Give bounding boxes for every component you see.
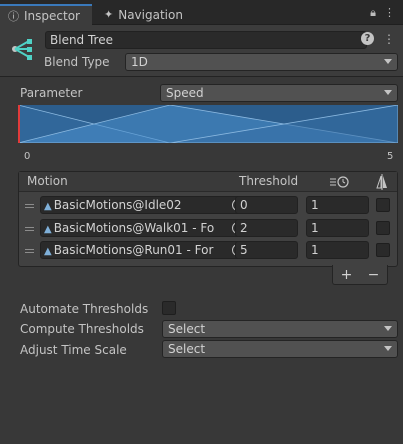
tab-bar: ⓘ Inspector ✦ Navigation 🔒︎ ⋮ [0, 0, 403, 25]
blend-tree-header: Blend Tree ? ⋮ Blend Type 1D [0, 25, 403, 77]
table-row: ▲ BasicMotions@Walk01 - Fo 2 1 [19, 219, 397, 239]
navigation-icon: ✦ [104, 8, 114, 21]
animation-clip-icon: ▲ [44, 246, 52, 257]
graph-max-label: 5 [387, 151, 394, 162]
automate-thresholds-checkbox[interactable] [162, 301, 176, 315]
time-scale-input[interactable]: 1 [306, 196, 369, 214]
help-icon[interactable]: ? [361, 32, 374, 45]
adjust-time-scale-dropdown[interactable]: Select [162, 340, 398, 358]
chevron-down-icon [384, 346, 392, 351]
mirror-checkbox[interactable] [376, 221, 390, 235]
blend-type-label: Blend Type [44, 55, 110, 69]
remove-motion-button[interactable]: − [368, 267, 380, 283]
mirror-checkbox[interactable] [376, 198, 390, 212]
parameter-label: Parameter [20, 86, 83, 100]
lock-icon[interactable]: 🔒︎ [370, 6, 376, 20]
table-row: ▲ BasicMotions@Idle02 0 1 [19, 196, 397, 216]
compute-thresholds-value: Select [168, 322, 206, 336]
time-scale-input[interactable]: 1 [306, 241, 369, 259]
compute-thresholds-dropdown[interactable]: Select [162, 320, 398, 338]
motion-column-header: Motion [27, 174, 68, 188]
mirror-icon [376, 174, 387, 190]
motion-table: Motion Threshold ▲ BasicMotions@Idle02 0 … [18, 171, 398, 267]
chevron-down-icon [384, 90, 392, 95]
tab-navigation[interactable]: ✦ Navigation [96, 4, 196, 25]
settings-icon[interactable]: ⋮ [383, 32, 395, 46]
mirror-checkbox[interactable] [376, 243, 390, 257]
threshold-input[interactable]: 5 [235, 241, 298, 259]
table-row: ▲ BasicMotions@Run01 - For 5 1 [19, 241, 397, 261]
blend-tree-name-field[interactable]: Blend Tree [45, 31, 367, 49]
tab-inspector-label: Inspector [24, 8, 80, 23]
blend-type-value: 1D [131, 55, 148, 69]
blend-type-dropdown[interactable]: 1D [125, 53, 398, 71]
drag-handle-icon[interactable] [25, 227, 34, 231]
drag-handle-icon[interactable] [25, 249, 34, 253]
threshold-input[interactable]: 2 [235, 219, 298, 237]
parameter-dropdown[interactable]: Speed [160, 84, 398, 102]
threshold-column-header: Threshold [239, 174, 299, 188]
animation-clip-icon: ▲ [44, 201, 52, 212]
motion-field[interactable]: ▲ BasicMotions@Run01 - For [40, 241, 247, 259]
motion-field[interactable]: ▲ BasicMotions@Idle02 [40, 196, 247, 214]
header-buttons: ? ⋮ [361, 32, 395, 46]
chevron-down-icon [384, 59, 392, 64]
tab-actions: 🔒︎ ⋮ [370, 6, 395, 20]
drag-handle-icon[interactable] [25, 204, 34, 208]
adjust-time-scale-label: Adjust Time Scale [20, 343, 127, 357]
add-remove-buttons: + − [332, 265, 388, 285]
add-motion-button[interactable]: + [341, 267, 353, 283]
time-scale-input[interactable]: 1 [306, 219, 369, 237]
chevron-down-icon [384, 326, 392, 331]
motion-field[interactable]: ▲ BasicMotions@Walk01 - Fo [40, 219, 247, 237]
table-header: Motion Threshold [19, 172, 397, 192]
time-scale-icon [330, 176, 349, 188]
more-options-icon[interactable]: ⋮ [384, 6, 395, 20]
graph-min-label: 0 [24, 151, 31, 162]
animation-clip-icon: ▲ [44, 224, 52, 235]
blend-graph[interactable] [18, 105, 398, 143]
adjust-time-scale-value: Select [168, 342, 206, 356]
parameter-value: Speed [166, 86, 204, 100]
info-icon: ⓘ [8, 9, 19, 23]
compute-thresholds-label: Compute Thresholds [20, 322, 144, 336]
threshold-input[interactable]: 0 [235, 196, 298, 214]
tab-navigation-label: Navigation [118, 7, 183, 22]
automate-thresholds-label: Automate Thresholds [20, 302, 149, 316]
blend-tree-icon [12, 39, 32, 60]
tab-inspector[interactable]: ⓘ Inspector [0, 4, 92, 25]
